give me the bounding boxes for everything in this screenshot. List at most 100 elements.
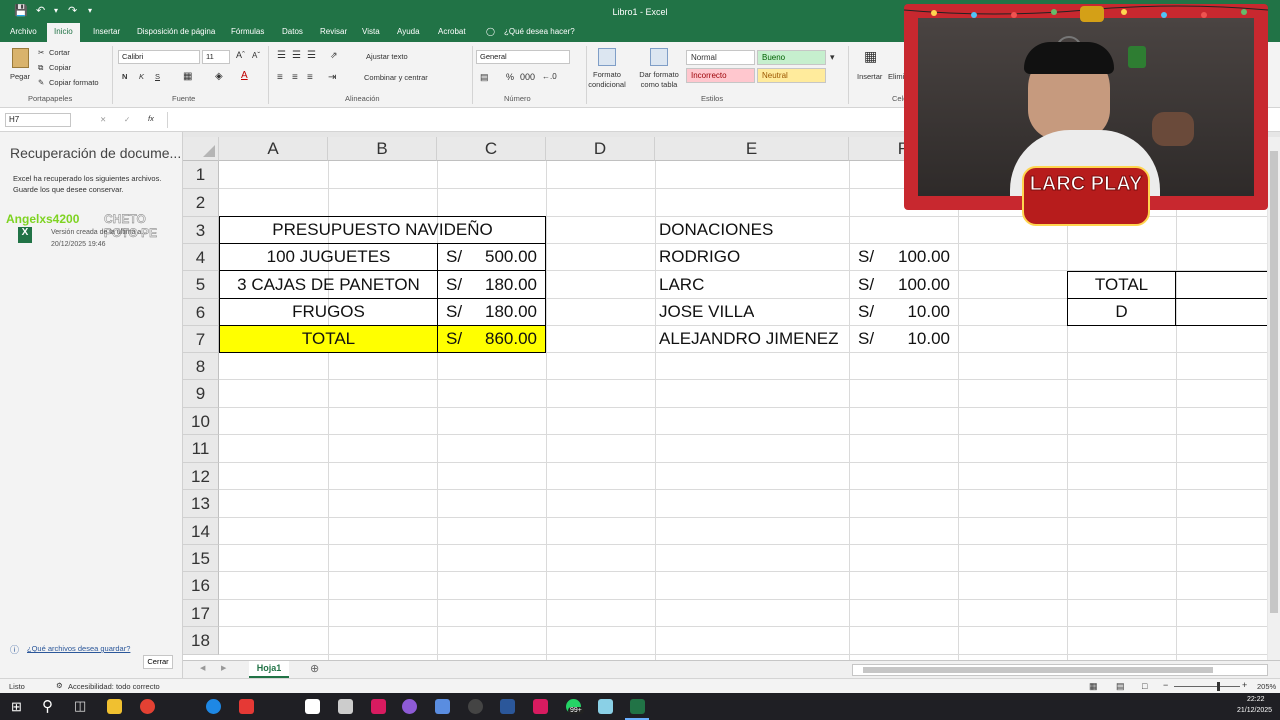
- cancel-icon[interactable]: ✕: [100, 115, 106, 124]
- wrap-text-button[interactable]: Ajustar texto: [366, 52, 408, 61]
- indent-icon[interactable]: ⇥: [328, 72, 336, 83]
- underline-button[interactable]: S: [155, 72, 160, 81]
- app-icon[interactable]: [305, 699, 320, 714]
- budget-item-2-label[interactable]: 3 CAJAS DE PANETON: [219, 271, 437, 299]
- currency-icon[interactable]: ▤: [480, 72, 489, 83]
- conditional-format-icon[interactable]: [598, 48, 616, 66]
- font-color-icon[interactable]: A: [241, 70, 248, 81]
- budget-item-1-amount-cell[interactable]: S/ 500.00: [437, 244, 546, 271]
- zoom-in-icon[interactable]: +: [1242, 680, 1247, 690]
- zoom-level[interactable]: 205%: [1257, 682, 1276, 691]
- formula-input[interactable]: [170, 113, 900, 127]
- style-neutral[interactable]: Neutral: [757, 68, 826, 83]
- budget-item-3-amount-cell[interactable]: S/ 180.00: [437, 299, 546, 326]
- row-header[interactable]: 15: [183, 545, 219, 572]
- close-recovery-button[interactable]: Cerrar: [143, 655, 173, 669]
- row-header[interactable]: 18: [183, 627, 219, 655]
- percent-icon[interactable]: %: [506, 72, 514, 82]
- budget-title[interactable]: PRESUPUESTO NAVIDEÑO: [219, 216, 546, 244]
- horizontal-scrollbar[interactable]: [852, 664, 1268, 676]
- tell-me-search[interactable]: ¿Qué desea hacer?: [504, 27, 575, 36]
- insert-cells-icon[interactable]: ▦: [864, 48, 877, 65]
- styles-more-icon[interactable]: ▾: [830, 52, 835, 63]
- number-format-select[interactable]: General: [476, 50, 570, 64]
- notes-icon[interactable]: [598, 699, 613, 714]
- paste-icon[interactable]: [12, 48, 29, 68]
- row-header[interactable]: 9: [183, 380, 219, 408]
- app-icon[interactable]: [371, 699, 386, 714]
- budget-item-1-label[interactable]: 100 JUGUETES: [219, 244, 437, 271]
- accessibility-status[interactable]: Accesibilidad: todo correcto: [68, 682, 160, 691]
- format-as-table-button[interactable]: Dar formato como tabla: [633, 70, 685, 90]
- chrome-icon[interactable]: [140, 699, 155, 714]
- format-as-table-icon[interactable]: [650, 48, 668, 66]
- zoom-slider[interactable]: [1174, 682, 1240, 691]
- zoom-out-icon[interactable]: −: [1163, 680, 1168, 690]
- tab-disposicion[interactable]: Disposición de página: [137, 27, 215, 36]
- task-view-icon[interactable]: ◫: [74, 698, 86, 714]
- clock-time[interactable]: 22:22: [1247, 696, 1265, 703]
- tab-insertar[interactable]: Insertar: [93, 27, 120, 36]
- name-box[interactable]: H7: [5, 113, 71, 127]
- donation-1-name[interactable]: RODRIGO: [659, 244, 740, 271]
- row-header[interactable]: 1: [183, 161, 219, 189]
- italic-button[interactable]: K: [139, 72, 144, 81]
- borders-icon[interactable]: ▦: [183, 71, 192, 82]
- word-icon[interactable]: [500, 699, 515, 714]
- row-header[interactable]: 14: [183, 518, 219, 545]
- align-middle-icon[interactable]: ☰: [292, 50, 301, 61]
- donations-title[interactable]: DONACIONES: [659, 217, 773, 244]
- bold-button[interactable]: N: [122, 72, 127, 81]
- increase-decimal-icon[interactable]: ←.0: [542, 72, 557, 81]
- clock-date[interactable]: 21/12/2025: [1237, 707, 1272, 714]
- vertical-scrollbar[interactable]: [1268, 137, 1280, 660]
- copy-button[interactable]: Copiar: [49, 63, 71, 72]
- merge-center-button[interactable]: Combinar y centrar: [364, 73, 428, 82]
- column-header-b[interactable]: B: [328, 137, 437, 161]
- obs-icon[interactable]: [402, 699, 417, 714]
- sheet-tab-hoja1[interactable]: Hoja1: [249, 661, 289, 678]
- orientation-icon[interactable]: ⇗: [330, 50, 338, 61]
- row-header[interactable]: 10: [183, 408, 219, 435]
- vertical-scroll-thumb[interactable]: [1270, 151, 1278, 613]
- font-size-select[interactable]: 11: [202, 50, 230, 64]
- column-header-a[interactable]: A: [219, 137, 328, 161]
- windows-start-icon[interactable]: ⊞: [11, 699, 22, 715]
- search-icon[interactable]: ⚲: [42, 697, 53, 715]
- app-icon[interactable]: [338, 699, 353, 714]
- row-header[interactable]: 6: [183, 299, 219, 326]
- which-files-link[interactable]: ¿Qué archivos desea guardar?: [27, 644, 130, 653]
- row-header[interactable]: 13: [183, 490, 219, 518]
- next-sheet-icon[interactable]: ▶: [221, 664, 226, 672]
- row-header[interactable]: 5: [183, 271, 219, 299]
- align-bottom-icon[interactable]: ☰: [307, 50, 316, 61]
- row-header[interactable]: 7: [183, 326, 219, 353]
- tab-revisar[interactable]: Revisar: [320, 27, 347, 36]
- row-header[interactable]: 8: [183, 353, 219, 380]
- tab-acrobat[interactable]: Acrobat: [438, 27, 466, 36]
- side-d-value[interactable]: [1176, 298, 1267, 326]
- font-name-select[interactable]: Calibri: [118, 50, 200, 64]
- donation-3-name[interactable]: JOSE VILLA: [659, 299, 754, 326]
- cut-button[interactable]: Cortar: [49, 48, 70, 57]
- format-painter-icon[interactable]: ✎: [38, 78, 44, 87]
- budget-item-2-amount-cell[interactable]: S/ 180.00: [437, 271, 546, 299]
- align-right-icon[interactable]: ≡: [307, 72, 313, 83]
- grow-font-icon[interactable]: Aˆ: [236, 50, 245, 60]
- excel-taskbar-icon[interactable]: [630, 699, 645, 714]
- tab-archivo[interactable]: Archivo: [10, 27, 37, 36]
- file-explorer-icon[interactable]: [107, 699, 122, 714]
- insert-cells-button[interactable]: Insertar: [857, 72, 882, 81]
- row-header[interactable]: 3: [183, 217, 219, 244]
- file-version[interactable]: Versión creada de la última a...: [51, 229, 147, 236]
- calculator-icon[interactable]: [435, 699, 450, 714]
- format-painter-button[interactable]: Copiar formato: [49, 78, 99, 87]
- donation-4-name[interactable]: ALEJANDRO JIMENEZ: [659, 326, 838, 353]
- column-header-e[interactable]: E: [655, 137, 849, 161]
- page-break-icon[interactable]: □: [1142, 681, 1147, 691]
- add-sheet-icon[interactable]: ⊕: [310, 662, 319, 675]
- row-header[interactable]: 11: [183, 435, 219, 463]
- budget-item-3-label[interactable]: FRUGOS: [219, 299, 437, 326]
- side-total-value[interactable]: [1176, 271, 1267, 299]
- donation-1-amount-cell[interactable]: S/ 100.00: [849, 244, 958, 271]
